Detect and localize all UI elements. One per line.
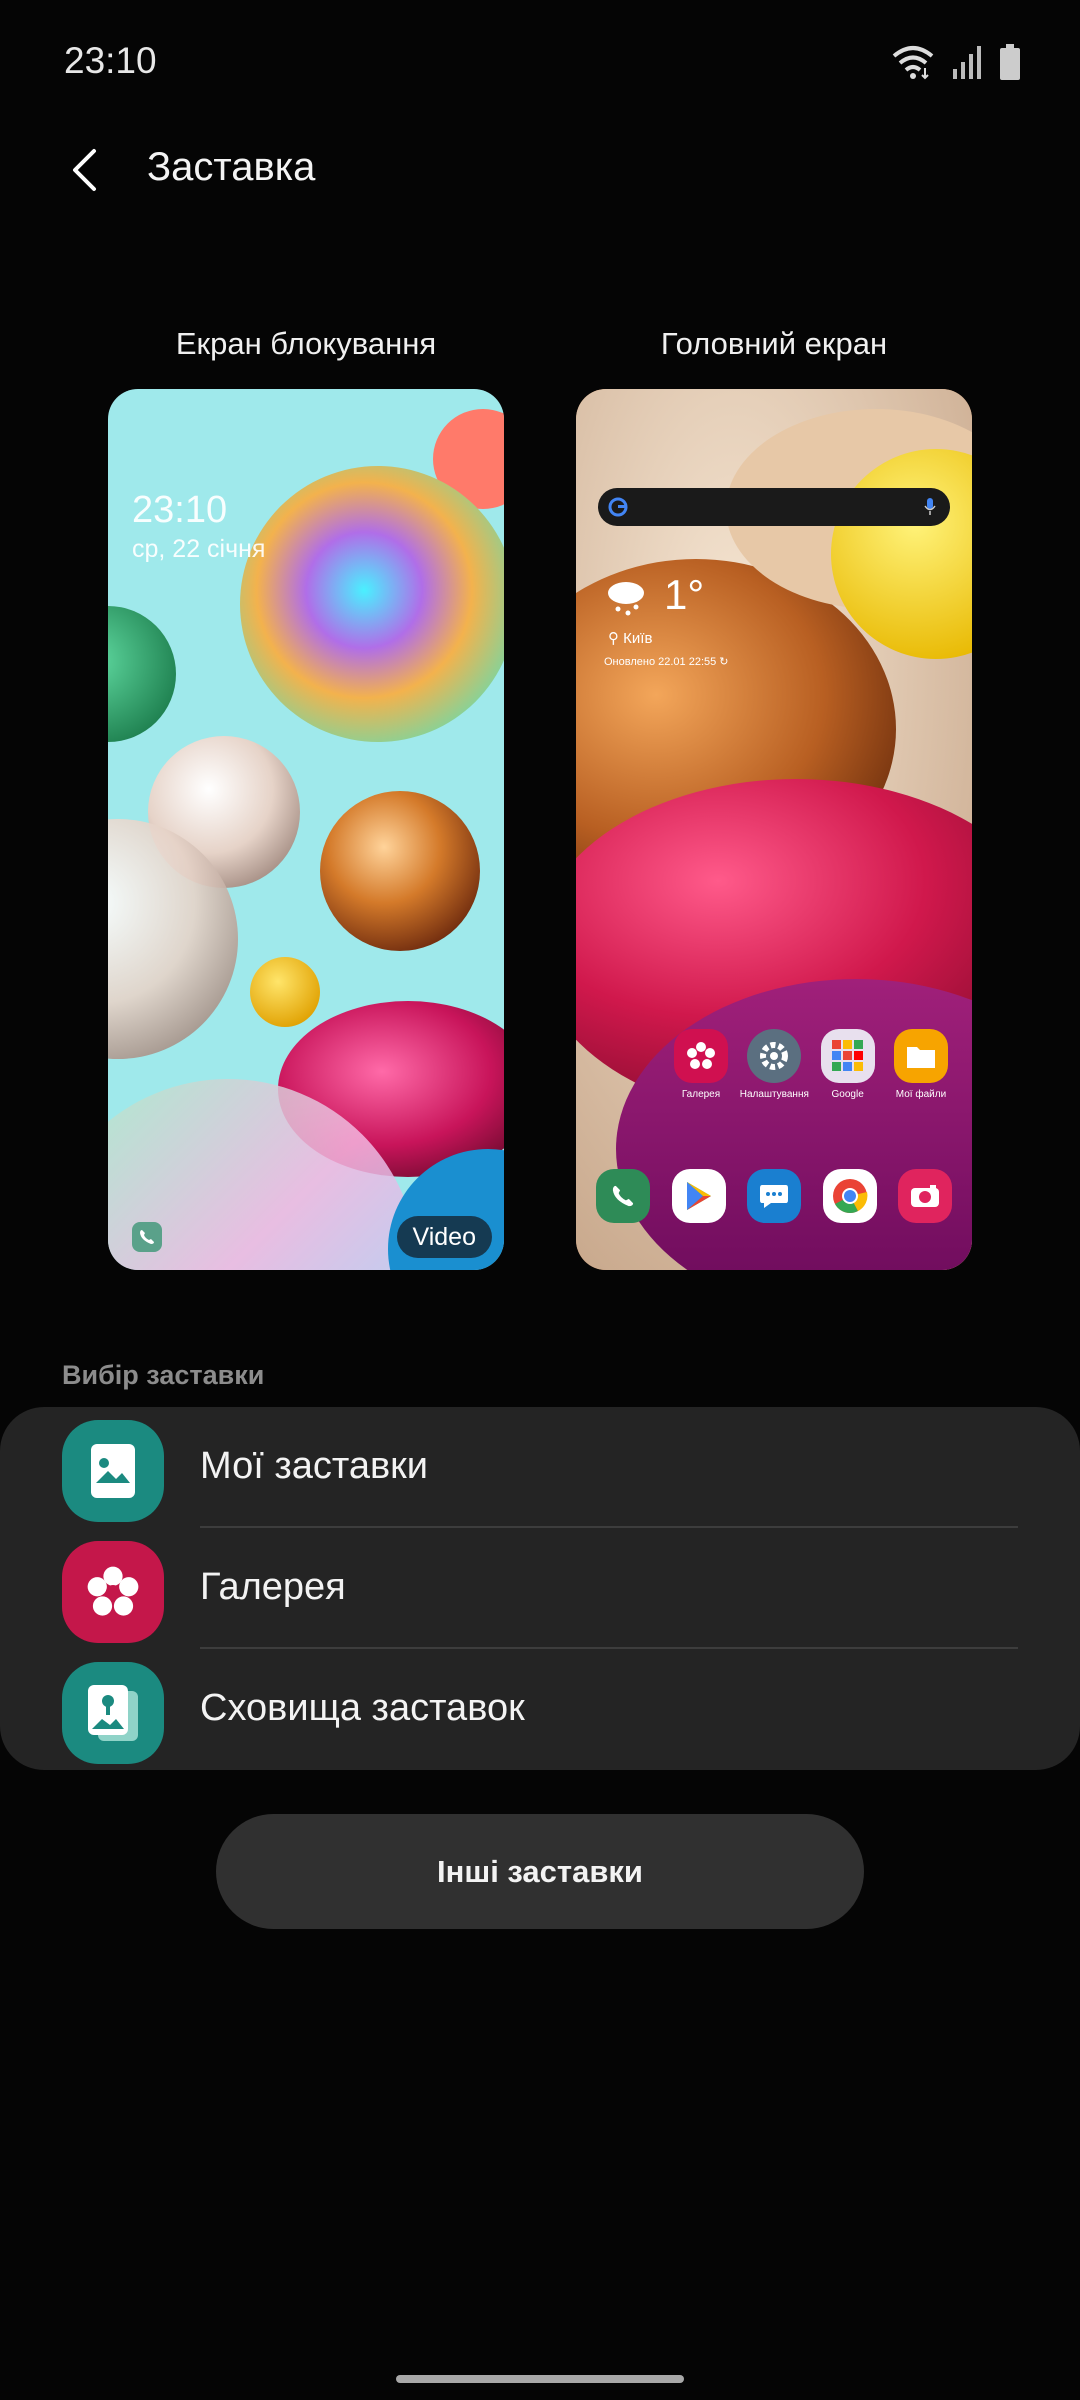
gallery-icon — [674, 1029, 728, 1083]
weather-city-label: Київ — [623, 630, 653, 647]
battery-icon — [1000, 44, 1020, 80]
refresh-icon: ↻ — [719, 656, 729, 668]
status-bar: 23:10 — [0, 0, 1080, 125]
chrome-icon[interactable] — [822, 1169, 877, 1223]
option-wallpaper-storage[interactable]: Сховища заставок — [0, 1649, 1080, 1770]
page-title: Заставка — [147, 145, 316, 189]
app-label: Галерея — [681, 1089, 721, 1100]
my-wallpapers-icon — [62, 1420, 164, 1522]
lock-date: ср, 22 січня — [132, 535, 266, 563]
google-folder-icon — [820, 1029, 875, 1083]
section-label: Вибір заставки — [62, 1360, 265, 1390]
phone-icon[interactable] — [596, 1169, 650, 1223]
option-label: Мої заставки — [200, 1445, 429, 1487]
app-my-files[interactable]: Мої файли — [886, 1029, 956, 1100]
back-arrow-icon — [73, 149, 96, 191]
snow-cloud-icon — [608, 582, 644, 616]
play-store-icon[interactable] — [671, 1169, 726, 1223]
option-gallery[interactable]: Галерея — [0, 1528, 1080, 1649]
messages-icon[interactable] — [747, 1169, 801, 1223]
option-my-wallpapers[interactable]: Мої заставки — [0, 1407, 1080, 1528]
app-label: Мої файли — [895, 1089, 947, 1100]
gallery-flower-icon — [62, 1541, 164, 1643]
home-screen-preview[interactable]: 1° ⚲ Київ Оновлено 22.01 22:55 ↻ Галерея… — [576, 389, 972, 1270]
other-wallpapers-button[interactable]: Інші заставки — [216, 1814, 864, 1929]
status-time: 23:10 — [64, 40, 157, 81]
status-icons — [892, 40, 1020, 84]
video-badge: Video — [396, 1216, 492, 1258]
signal-icon — [953, 46, 981, 79]
wifi-icon — [892, 46, 934, 80]
option-label: Галерея — [200, 1566, 346, 1608]
wallpaper-source-list: Мої заставки Галерея Сховища заставок — [0, 1407, 1080, 1770]
lock-phone-shortcut-icon — [132, 1222, 162, 1252]
settings-icon — [747, 1029, 802, 1083]
my-files-icon — [893, 1029, 948, 1083]
app-bar: Заставка — [0, 125, 1080, 215]
weather-updated-label: Оновлено 22.01 22:55 — [604, 656, 717, 668]
app-google-folder[interactable]: Google — [813, 1029, 883, 1100]
gesture-bar[interactable] — [396, 2375, 684, 2383]
wallpaper-storage-icon — [62, 1662, 164, 1764]
weather-temp: 1° — [664, 571, 705, 618]
back-button[interactable] — [50, 135, 120, 205]
location-pin-icon: ⚲ — [608, 630, 619, 647]
option-label: Сховища заставок — [200, 1687, 525, 1729]
camera-icon[interactable] — [898, 1169, 952, 1223]
app-label: Google — [831, 1089, 864, 1100]
lock-screen-label: Екран блокування — [175, 326, 437, 361]
mic-icon — [924, 498, 936, 515]
google-g-icon — [608, 497, 628, 517]
weather-updated: Оновлено 22.01 22:55 ↻ — [604, 655, 729, 668]
home-screen-label: Головний екран — [660, 326, 888, 361]
lock-clock: 23:10 — [132, 489, 228, 531]
google-search-bar[interactable] — [598, 488, 950, 526]
home-app-row: Галерея Налаштування Google Мої файли — [666, 1029, 956, 1100]
home-dock — [596, 1169, 952, 1223]
app-gallery[interactable]: Галерея — [666, 1029, 736, 1100]
app-settings[interactable]: Налаштування — [739, 1029, 809, 1100]
weather-city: ⚲ Київ — [608, 629, 652, 647]
app-label: Налаштування — [739, 1089, 809, 1100]
lock-screen-preview[interactable]: 23:10 ср, 22 січня Video — [108, 389, 504, 1270]
